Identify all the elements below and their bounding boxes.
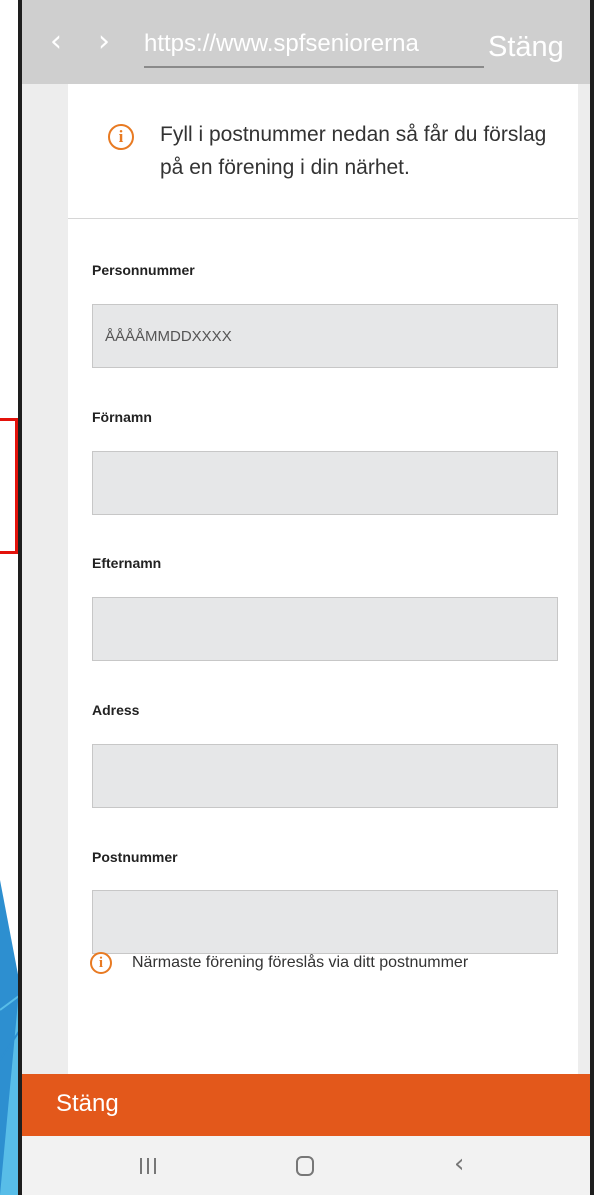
adress-input[interactable] [92, 744, 558, 808]
fornamn-label: Förnamn [92, 409, 152, 425]
browser-close-button[interactable]: Stäng [488, 30, 564, 64]
postnummer-hint-text: Närmaste förening föreslås via ditt post… [132, 954, 469, 971]
highlight-marker [0, 418, 18, 554]
phone-screen: ‹ › https://www.spfseniorerna Stäng i Fy… [22, 0, 590, 1195]
close-button[interactable]: Stäng [22, 1074, 590, 1136]
personnummer-input[interactable] [92, 304, 558, 368]
phone-frame: ‹ › https://www.spfseniorerna Stäng i Fy… [18, 0, 594, 1195]
info-banner-text: Fyll i postnummer nedan så får du försla… [160, 123, 547, 179]
efternamn-input[interactable] [92, 597, 558, 661]
recents-icon[interactable] [140, 1158, 156, 1174]
forward-icon[interactable]: › [98, 22, 110, 62]
url-field[interactable]: https://www.spfseniorerna [144, 28, 484, 68]
system-navigation-bar: ‹ [22, 1136, 590, 1195]
info-banner: i Fyll i postnummer nedan så får du förs… [68, 84, 578, 219]
personnummer-label: Personnummer [92, 262, 195, 278]
home-icon[interactable] [296, 1156, 314, 1176]
postnummer-label: Postnummer [92, 849, 178, 865]
adress-label: Adress [92, 702, 140, 718]
registration-form: i Fyll i postnummer nedan så får du förs… [68, 84, 578, 1074]
info-circle-icon: i [108, 124, 134, 150]
system-back-icon[interactable]: ‹ [454, 1150, 464, 1178]
fornamn-input[interactable] [92, 451, 558, 515]
efternamn-label: Efternamn [92, 555, 162, 571]
browser-toolbar: ‹ › https://www.spfseniorerna Stäng [22, 0, 590, 84]
back-icon[interactable]: ‹ [50, 22, 62, 62]
postnummer-input[interactable] [92, 890, 558, 954]
info-circle-icon: i [90, 952, 112, 974]
close-button-label: Stäng [56, 1090, 119, 1117]
